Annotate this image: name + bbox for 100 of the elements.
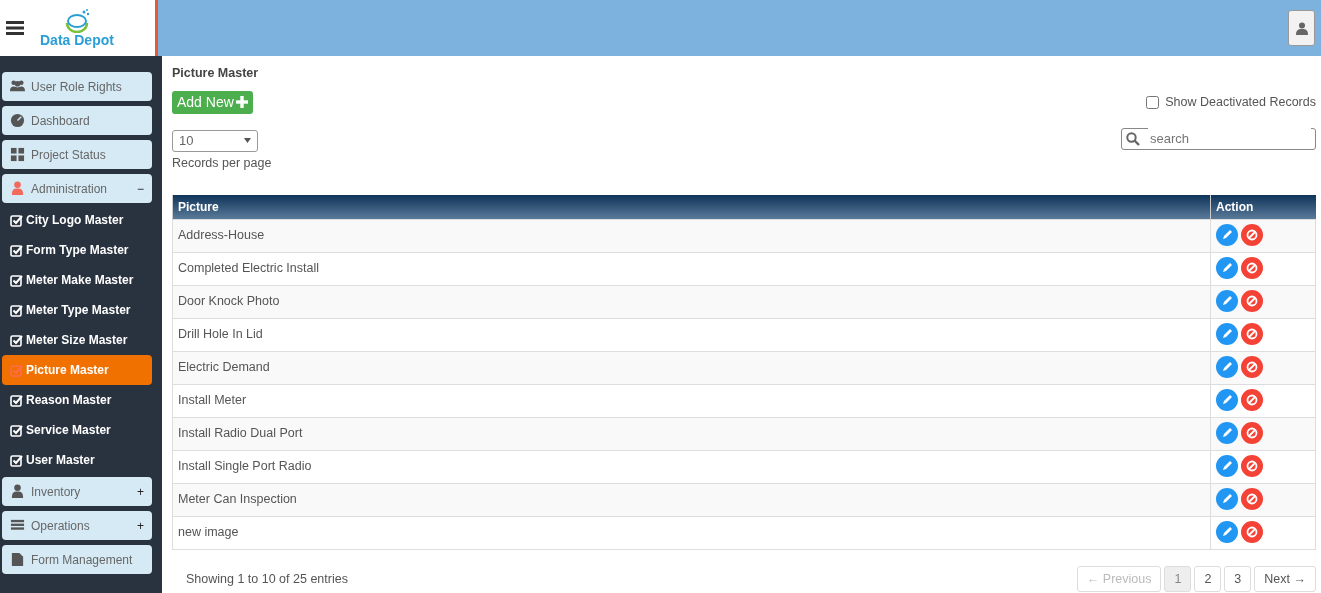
table-cell: Meter Can Inspection (172, 483, 1211, 516)
prohibited-icon (1246, 295, 1258, 308)
deactivate-button[interactable] (1241, 323, 1263, 346)
sidebar-subitem[interactable]: Form Type Master (2, 235, 152, 265)
checkbox-icon (10, 273, 23, 287)
pencil-icon (1221, 493, 1233, 506)
entries-info: Showing 1 to 10 of 25 entries (186, 570, 348, 588)
deactivate-button[interactable] (1241, 290, 1263, 313)
prohibited-icon (1246, 526, 1258, 539)
deactivate-button[interactable] (1241, 224, 1263, 247)
column-header: Picture (172, 194, 1211, 219)
user-icon (10, 484, 25, 499)
deactivate-button[interactable] (1241, 455, 1263, 478)
prohibited-icon (1246, 394, 1258, 407)
sidebar-subitem[interactable]: Meter Size Master (2, 325, 152, 355)
checkbox-icon (10, 303, 23, 317)
prohibited-icon (1246, 460, 1258, 473)
table-cell: Drill Hole In Lid (172, 318, 1211, 351)
caret-icon (244, 138, 251, 144)
logo-text: Data Depot (40, 33, 114, 47)
edit-button[interactable] (1216, 224, 1238, 247)
edit-button[interactable] (1216, 521, 1238, 544)
table-cell: Address-House (172, 219, 1211, 252)
checkbox-icon (10, 213, 23, 227)
sidebar-item[interactable]: Inventory + (2, 477, 152, 506)
pencil-icon (1221, 262, 1233, 275)
sidebar-subitem[interactable]: City Logo Master (2, 205, 152, 235)
prohibited-icon (1246, 361, 1258, 374)
sidebar-item[interactable]: Operations + (2, 511, 152, 540)
sidebar-subitem[interactable]: User Master (2, 445, 152, 475)
deactivate-button[interactable] (1241, 257, 1263, 280)
users-icon (10, 79, 25, 94)
pencil-icon (1221, 295, 1233, 308)
edit-button[interactable] (1216, 290, 1238, 313)
prohibited-icon (1246, 229, 1258, 242)
column-header: Action (1210, 194, 1316, 219)
table-cell: Install Single Port Radio (172, 450, 1211, 483)
checkbox-icon (10, 423, 23, 437)
deactivate-button[interactable] (1241, 521, 1263, 544)
pencil-icon (1221, 526, 1233, 539)
page-title: Picture Master (172, 65, 260, 82)
sidebar-subitem[interactable]: Meter Make Master (2, 265, 152, 295)
table-cell: Install Radio Dual Port (172, 417, 1211, 450)
sidebar-item[interactable]: Administration − (2, 174, 152, 203)
prohibited-icon (1246, 262, 1258, 275)
edit-button[interactable] (1216, 257, 1238, 280)
user-menu-button[interactable] (1288, 10, 1315, 46)
deactivate-button[interactable] (1241, 488, 1263, 511)
table-cell: new image (172, 516, 1211, 549)
plus-icon (235, 95, 248, 108)
sidebar-item[interactable]: Form Management (2, 545, 152, 574)
table-cell: Electric Demand (172, 351, 1211, 384)
pencil-icon (1221, 460, 1233, 473)
sidebar-subitem[interactable]: Reason Master (2, 385, 152, 415)
menu-icon[interactable] (6, 21, 24, 35)
deactivate-button[interactable] (1241, 389, 1263, 412)
pagination-button[interactable]: Next → (1254, 565, 1316, 593)
user-icon (1295, 21, 1308, 35)
grid-icon (10, 147, 25, 162)
deactivate-button[interactable] (1241, 356, 1263, 379)
edit-button[interactable] (1216, 455, 1238, 478)
checkbox-icon (10, 453, 23, 467)
page-size-select[interactable]: 10 (172, 129, 258, 152)
sidebar-subitem[interactable]: Meter Type Master (2, 295, 152, 325)
gauge-icon (10, 113, 25, 128)
search-icon (1126, 131, 1140, 146)
toggle-icon: + (137, 516, 144, 535)
table-cell: Door Knock Photo (172, 285, 1211, 318)
list-icon (10, 518, 25, 533)
prohibited-icon (1246, 328, 1258, 341)
edit-button[interactable] (1216, 488, 1238, 511)
toggle-icon: − (137, 179, 144, 198)
sidebar-subitem[interactable]: Service Master (2, 415, 152, 445)
edit-button[interactable] (1216, 356, 1238, 379)
deactivate-button[interactable] (1241, 422, 1263, 445)
edit-button[interactable] (1216, 323, 1238, 346)
search-field[interactable]: search (1121, 127, 1316, 150)
pencil-icon (1221, 394, 1233, 407)
sidebar-item[interactable]: Project Status (2, 140, 152, 169)
checkbox-icon (10, 363, 23, 377)
edit-button[interactable] (1216, 389, 1238, 412)
checkbox-icon (10, 333, 23, 347)
prohibited-icon (1246, 427, 1258, 440)
show-deactivated-label: Show Deactivated Records (1165, 93, 1316, 111)
sidebar-item[interactable]: User Role Rights (2, 72, 152, 101)
table-cell: Completed Electric Install (172, 252, 1211, 285)
document-icon (10, 552, 25, 567)
edit-button[interactable] (1216, 422, 1238, 445)
pencil-icon (1221, 328, 1233, 341)
user-icon (10, 181, 25, 196)
prohibited-icon (1246, 493, 1258, 506)
pencil-icon (1221, 427, 1233, 440)
pagination-button[interactable]: 3 (1224, 565, 1252, 593)
show-deactivated-checkbox[interactable] (1146, 95, 1160, 109)
records-per-page-label: Records per page (172, 154, 272, 172)
checkbox-icon (10, 393, 23, 407)
pagination-button[interactable]: 2 (1194, 565, 1222, 593)
table-cell: Install Meter (172, 384, 1211, 417)
sidebar-item[interactable]: Dashboard (2, 106, 152, 135)
toggle-icon: + (137, 482, 144, 501)
